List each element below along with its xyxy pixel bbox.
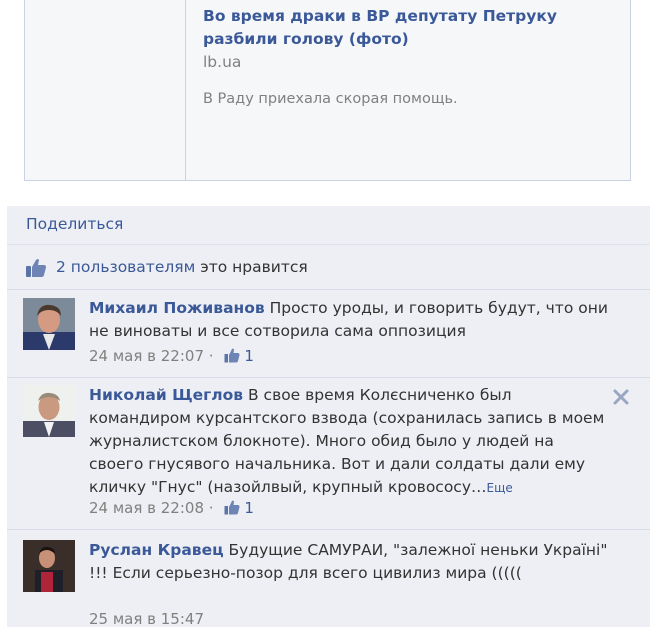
share-button[interactable]: Поделиться (26, 215, 123, 233)
share-preview-body: Во время драки в ВР депутату Петруку раз… (203, 5, 603, 110)
comment-timestamp[interactable]: 24 мая в 22:08 (89, 499, 204, 517)
avatar[interactable] (23, 540, 75, 592)
comment-body: Руслан Кравец Будущие САМУРАИ, "залежної… (89, 539, 609, 585)
share-preview-card[interactable]: Во время драки в ВР депутату Петруку раз… (24, 0, 631, 181)
likes-suffix: это нравится (195, 258, 308, 276)
share-description: В Раду приехала скорая помощь. (203, 91, 458, 107)
comment-like-count[interactable]: 1 (244, 347, 254, 365)
comment-author[interactable]: Николай Щеглов (89, 386, 243, 404)
comment-author[interactable]: Михаил Поживанов (89, 299, 265, 317)
comment: Михаил Поживанов Просто уроды, и говорит… (7, 289, 650, 377)
comment-timestamp[interactable]: 25 мая в 15:47 (89, 610, 204, 628)
see-more-link[interactable]: Еще (487, 481, 513, 495)
close-icon[interactable] (611, 387, 631, 407)
share-row: Поделиться (7, 206, 650, 243)
likes-summary: 2 пользователям это нравится (56, 258, 308, 276)
share-domain: lb.ua (203, 53, 242, 71)
thumbs-up-icon[interactable] (224, 348, 240, 363)
comment-meta: 24 мая в 22:07 · 1 (89, 347, 254, 365)
share-thumbnail[interactable] (25, 0, 186, 180)
comment-meta: 24 мая в 22:08 · 1 (89, 499, 254, 517)
likers-link[interactable]: 2 пользователям (56, 258, 195, 276)
thumbs-up-icon[interactable] (224, 500, 240, 515)
share-title-link[interactable]: Во время драки в ВР депутату Петруку раз… (203, 5, 603, 51)
comment-body: Михаил Поживанов Просто уроды, и говорит… (89, 297, 609, 343)
comment-like-count[interactable]: 1 (244, 499, 254, 517)
comment-author[interactable]: Руслан Кравец (89, 541, 224, 559)
comment-body: Николай Щеглов В свое время Колєсниченко… (89, 384, 609, 500)
comment-meta: 25 мая в 15:47 (89, 610, 204, 628)
thumbs-up-icon[interactable] (25, 258, 47, 278)
avatar[interactable] (23, 298, 75, 350)
comment-timestamp[interactable]: 24 мая в 22:07 (89, 347, 204, 365)
comment: Николай Щеглов В свое время Колєсниченко… (7, 377, 650, 529)
comment: Руслан Кравец Будущие САМУРАИ, "залежної… (7, 529, 650, 628)
feedback-panel: Поделиться 2 пользователям это нравится … (7, 206, 650, 628)
avatar[interactable] (23, 385, 75, 437)
likes-row: 2 пользователям это нравится (7, 244, 650, 289)
